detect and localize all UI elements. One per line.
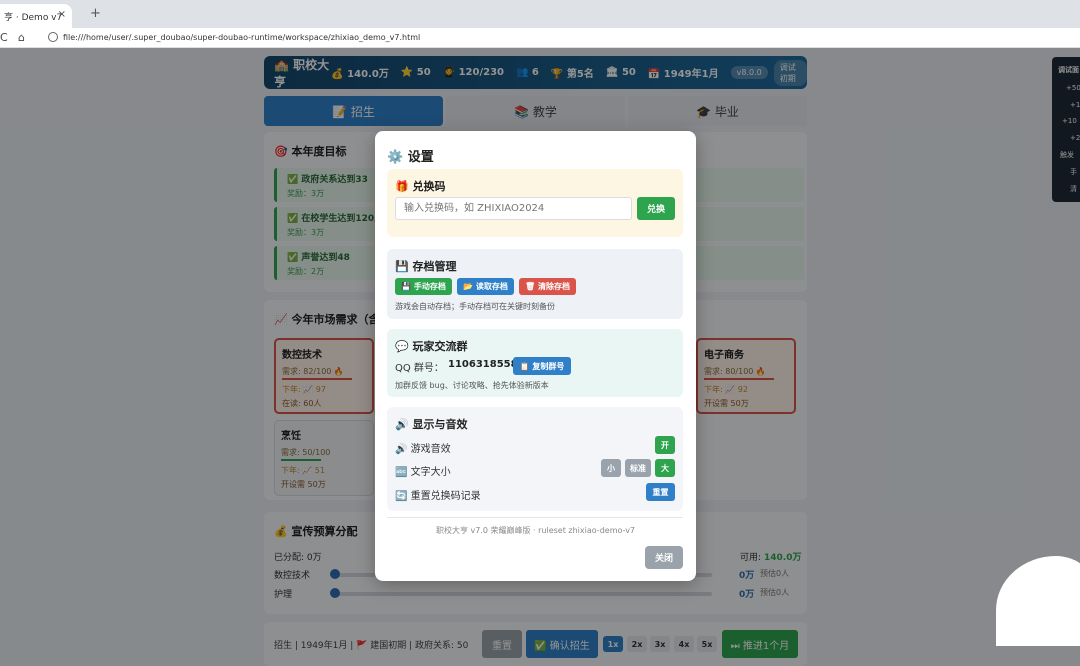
address-bar[interactable]: file:///home/user/.super_doubao/super-do… [63, 33, 420, 42]
settings-title: ⚙️ 设置 [387, 150, 434, 165]
settings-modal: ⚙️ 设置 🎁 兑换码 兑换 💾 存档管理 💾 手动存档 📂 读取存档 🗑 清除… [375, 131, 696, 581]
display-section: 🔊 显示与音效 🔊 游戏音效 开 🔤 文字大小 小 标准 大 🔄 重置兑换码记录… [387, 407, 683, 511]
redeem-button[interactable]: 兑换 [637, 197, 675, 220]
copy-qq-button[interactable]: 📋 复制群号 [513, 357, 571, 375]
font-size-label: 🔤 文字大小 [395, 467, 451, 478]
font-large-button[interactable]: 大 [655, 459, 675, 477]
save-note: 游戏会自动存档；手动存档可在关键时刻备份 [395, 302, 555, 311]
home-icon[interactable]: ⌂ [18, 31, 25, 44]
load-save-button[interactable]: 📂 读取存档 [457, 278, 514, 295]
sound-label: 🔊 游戏音效 [395, 444, 451, 455]
version-footer: 职校大亨 v7.0 荣耀巅峰版 · ruleset zhixiao-demo-v… [435, 526, 636, 535]
manual-save-button[interactable]: 💾 手动存档 [395, 278, 452, 295]
site-info-icon[interactable] [48, 32, 58, 42]
tab-title: 亨 · Demo v7 [4, 12, 63, 23]
save-title: 💾 存档管理 [395, 260, 457, 273]
close-button[interactable]: 关闭 [645, 546, 683, 569]
new-tab-button[interactable]: + [90, 6, 101, 21]
sound-toggle[interactable]: 开 [655, 436, 675, 454]
browser-toolbar: C ⌂ file:///home/user/.super_doubao/supe… [0, 28, 1080, 48]
browser-tab[interactable]: 亨 · Demo v7 × [0, 4, 72, 28]
qq-number: 1106318558 [448, 359, 518, 370]
community-title: 💬 玩家交流群 [395, 340, 468, 353]
redeem-title: 🎁 兑换码 [395, 180, 446, 193]
reset-redeem-label: 🔄 重置兑换码记录 [395, 491, 481, 502]
community-section: 💬 玩家交流群 QQ 群号： 1106318558 📋 复制群号 加群反馈 bu… [387, 329, 683, 397]
font-normal-button[interactable]: 标准 [625, 459, 651, 477]
reset-redeem-button[interactable]: 重置 [646, 483, 675, 501]
community-note: 加群反馈 bug、讨论攻略、抢先体验新版本 [395, 381, 549, 390]
clear-save-button[interactable]: 🗑 清除存档 [519, 278, 576, 295]
display-title: 🔊 显示与音效 [395, 418, 468, 431]
close-tab-icon[interactable]: × [58, 9, 66, 20]
redeem-section: 🎁 兑换码 兑换 [387, 169, 683, 237]
browser-tabbar: 亨 · Demo v7 × + [0, 0, 1080, 28]
modal-divider [387, 517, 683, 518]
qq-label: QQ 群号： [395, 363, 444, 374]
save-section: 💾 存档管理 💾 手动存档 📂 读取存档 🗑 清除存档 游戏会自动存档；手动存档… [387, 249, 683, 319]
font-small-button[interactable]: 小 [601, 459, 621, 477]
reload-icon[interactable]: C [0, 31, 8, 44]
redeem-code-input[interactable] [395, 197, 632, 220]
